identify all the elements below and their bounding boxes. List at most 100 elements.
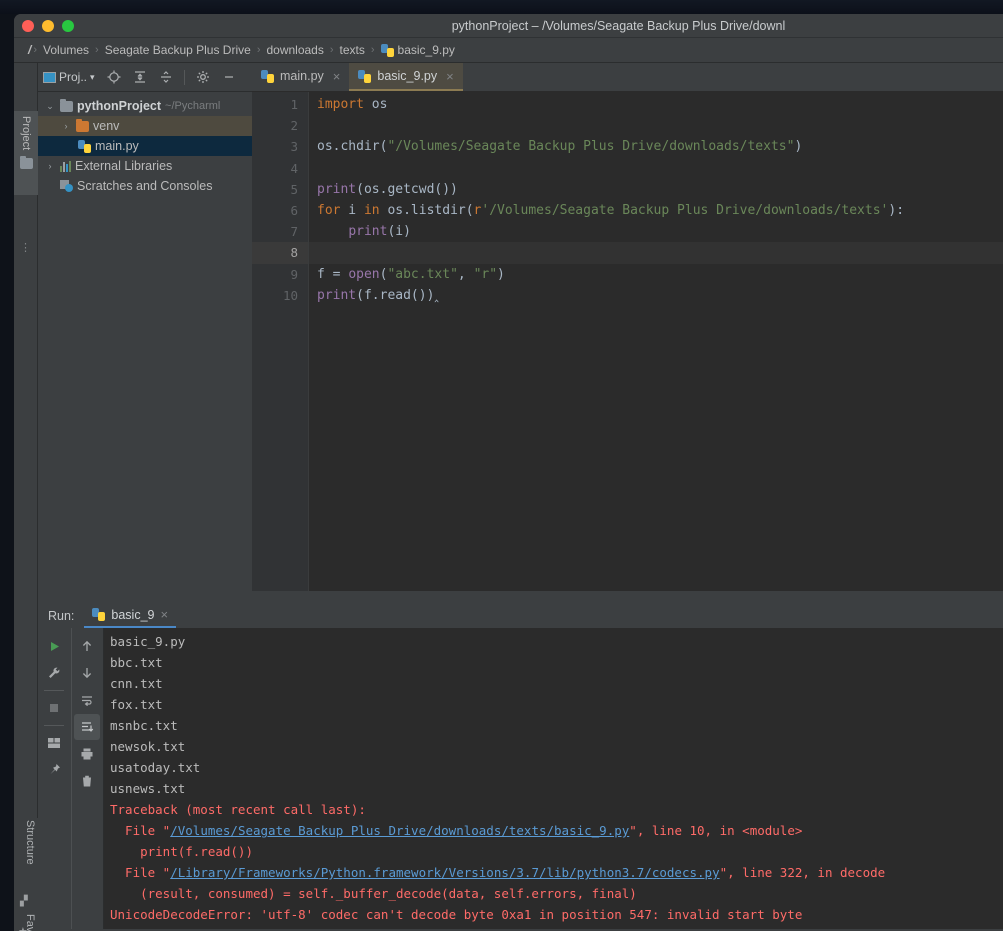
run-toolbar[interactable] — [38, 628, 104, 929]
tool-window-label-project: Project — [20, 116, 32, 151]
breadcrumb-item-seagate[interactable]: Seagate Backup Plus Drive — [99, 43, 257, 57]
line-number: 1 — [290, 97, 298, 112]
tree-item-main-py[interactable]: main.py — [38, 136, 252, 156]
drag-handle-icon[interactable]: ⋮ — [20, 241, 33, 254]
console-line: File "/Volumes/Seagate Backup Plus Drive… — [110, 820, 1003, 841]
chevron-down-icon[interactable]: ▾ — [90, 72, 95, 83]
code-token: in — [363, 202, 380, 218]
settings-wrench-icon[interactable] — [41, 660, 67, 686]
code-line: print(f.read())‸ — [309, 285, 1003, 306]
code-token: import — [317, 97, 364, 112]
window-title: pythonProject – /Volumes/Seagate Backup … — [451, 19, 786, 33]
code-token: os — [363, 97, 388, 112]
code-token: i — [340, 202, 364, 218]
code-text[interactable]: import os os.chdir("/Volumes/Seagate Bac… — [308, 92, 1003, 591]
left-tool-strip-bottom: Structure ▞ Favorites — [14, 818, 38, 931]
collapse-all-icon[interactable] — [155, 66, 177, 88]
print-icon[interactable] — [74, 741, 100, 767]
tree-item-pythonproject[interactable]: ⌄ pythonProject ~/Pycharml — [38, 96, 252, 116]
code-line: for i in os.listdir(r'/Volumes/Seagate B… — [309, 200, 1003, 221]
scratches-icon — [60, 180, 73, 192]
code-token: f — [317, 266, 333, 282]
python-file-icon — [358, 69, 372, 83]
tree-item-external-libraries[interactable]: › External Libraries — [38, 156, 252, 176]
up-arrow-icon[interactable] — [74, 633, 100, 659]
console-line: usatoday.txt — [110, 760, 201, 775]
editor-tab-main-py[interactable]: main.py × — [252, 63, 349, 91]
tree-item-venv[interactable]: › venv — [38, 116, 252, 136]
editor-tab-basic-9-py[interactable]: basic_9.py × — [349, 63, 463, 91]
editor-tabbar[interactable]: main.py × basic_9.py × — [252, 63, 1003, 92]
stop-icon[interactable] — [41, 695, 67, 721]
console-text: File " — [110, 823, 171, 838]
close-icon[interactable]: × — [161, 607, 169, 622]
chevron-right-icon[interactable]: › — [44, 161, 56, 171]
console-text: File " — [110, 865, 171, 880]
run-icon[interactable] — [41, 633, 67, 659]
code-token: (f.read()) — [356, 287, 435, 303]
breadcrumb-item-volumes[interactable]: Volumes — [37, 43, 95, 57]
run-toolbar-left-column — [38, 628, 71, 929]
code-line: print(os.getcwd()) — [309, 179, 1003, 200]
tree-item-scratches-and-consoles[interactable]: Scratches and Consoles — [38, 176, 252, 196]
chevron-right-icon[interactable]: › — [60, 121, 72, 131]
breadcrumb-item-file[interactable]: basic_9.py — [375, 43, 461, 57]
expand-all-icon[interactable] — [129, 66, 151, 88]
project-panel-title[interactable]: Proj.. ▾ — [43, 70, 99, 84]
run-tool-window: Run: basic_9 × basic_9.py bbc.txt cnn.tx… — [38, 603, 1003, 929]
tool-window-button-structure[interactable]: Structure — [16, 820, 36, 865]
code-editor[interactable]: 1 2 3 4 5 6 7 8 9 10 import os os.chdir(… — [252, 92, 1003, 591]
star-icon: ★ — [18, 925, 28, 931]
console-file-link[interactable]: /Library/Frameworks/Python.framework/Ver… — [170, 865, 719, 880]
line-number: 3 — [290, 139, 298, 155]
breadcrumb-item-texts[interactable]: texts — [334, 43, 371, 57]
close-icon[interactable]: × — [330, 69, 341, 84]
tool-window-button-project[interactable]: Project — [14, 111, 38, 195]
line-number: 7 — [290, 224, 298, 240]
left-tool-strip: Project ⋮ Structure ▞ Favorites ★ — [14, 63, 38, 931]
close-icon[interactable]: × — [443, 69, 454, 84]
locate-in-tree-icon[interactable] — [103, 66, 125, 88]
editor-tab-label: main.py — [280, 69, 324, 83]
run-console-output[interactable]: basic_9.py bbc.txt cnn.txt fox.txt msnbc.txt… — [104, 628, 1003, 929]
line-number-gutter[interactable]: 1 2 3 4 5 6 7 8 9 10 — [252, 92, 308, 591]
breadcrumb[interactable]: / › Volumes › Seagate Backup Plus Drive … — [14, 38, 1003, 63]
project-tool-window: Proj.. ▾ ⌄ pythonProject ~/Pycharml › ve… — [38, 63, 252, 591]
code-line — [309, 242, 1003, 264]
hide-panel-icon[interactable] — [218, 66, 240, 88]
soft-wrap-icon[interactable] — [74, 687, 100, 713]
project-tree[interactable]: ⌄ pythonProject ~/Pycharml › venv main.p… — [38, 92, 252, 196]
layout-icon[interactable] — [41, 730, 67, 756]
console-file-link[interactable]: /Volumes/Seagate Backup Plus Drive/downl… — [170, 823, 629, 838]
scroll-to-end-icon[interactable] — [74, 714, 101, 740]
line-number: 6 — [290, 202, 298, 218]
code-token: chdir — [340, 139, 380, 155]
pin-icon[interactable] — [41, 757, 67, 783]
down-arrow-icon[interactable] — [74, 660, 100, 686]
chevron-down-icon[interactable]: ⌄ — [44, 101, 56, 112]
breadcrumb-item-downloads[interactable]: downloads — [260, 43, 329, 57]
editor-run-splitter[interactable] — [38, 591, 1003, 603]
console-line: msnbc.txt — [110, 718, 178, 733]
project-panel-toolbar[interactable]: Proj.. ▾ — [38, 63, 252, 92]
trash-icon[interactable] — [74, 768, 100, 794]
library-icon — [60, 160, 71, 172]
python-file-icon — [92, 608, 106, 621]
line-number: 10 — [282, 287, 298, 303]
line-number: 8 — [252, 242, 308, 264]
run-tab-basic-9[interactable]: basic_9 × — [84, 603, 177, 628]
tree-item-label: pythonProject — [77, 99, 162, 113]
breadcrumb-file-label: basic_9.py — [397, 43, 455, 57]
python-file-icon — [78, 139, 91, 153]
gear-icon[interactable] — [192, 66, 214, 88]
line-number: 2 — [290, 118, 298, 134]
console-line: bbc.txt — [110, 655, 163, 670]
run-tab-label: basic_9 — [111, 607, 155, 622]
breadcrumb-root[interactable]: / — [22, 43, 33, 57]
console-line: print(f.read()) — [110, 844, 253, 859]
tool-window-label-structure: Structure — [24, 820, 36, 865]
structure-icon: ▞ — [20, 896, 28, 907]
